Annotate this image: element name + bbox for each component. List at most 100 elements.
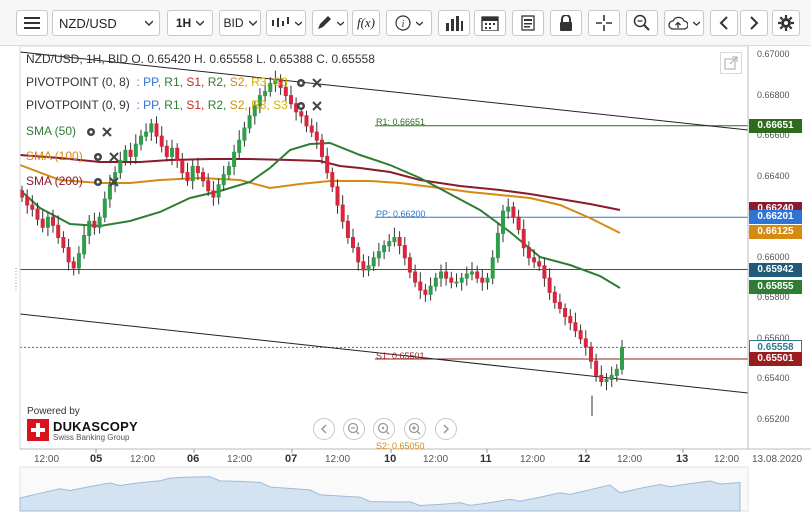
candle-down (594, 360, 599, 376)
chevron-left-icon (320, 424, 327, 434)
template-button[interactable] (512, 10, 544, 36)
candle-down (40, 218, 45, 228)
time-axis-label: 12:00 (34, 454, 60, 465)
drawing-tools-button[interactable] (312, 10, 348, 36)
candle-up (82, 235, 87, 255)
candle-up (614, 368, 619, 376)
menu-button[interactable] (16, 10, 48, 36)
candle-down (361, 261, 366, 271)
candle-up (464, 273, 469, 279)
pivot-2-controls[interactable] (295, 100, 325, 112)
candle-up (490, 257, 495, 279)
candle-down (92, 220, 97, 228)
lock-icon (560, 15, 572, 31)
info-icon: i (395, 15, 411, 31)
zoom-button[interactable] (626, 10, 658, 36)
gear-icon (297, 101, 306, 110)
candle-down (557, 301, 562, 309)
time-axis-day: 07 (285, 453, 298, 465)
candle-up (133, 143, 138, 157)
candle-up (216, 184, 221, 198)
close-icon (109, 152, 119, 162)
candle-down (61, 237, 66, 249)
candle-up (226, 166, 231, 176)
candle-down (309, 125, 314, 133)
candle-down (206, 180, 211, 192)
pivot-1-controls[interactable] (295, 77, 325, 89)
scroll-back-button[interactable] (710, 10, 738, 36)
candle-up (247, 115, 252, 129)
scroll-right-button[interactable] (435, 418, 457, 440)
calendar-icon (481, 16, 499, 31)
zoom-out-button[interactable] (343, 418, 365, 440)
chart-type-button[interactable] (266, 10, 306, 36)
candlestick-icon (272, 17, 289, 27)
zoom-in-button[interactable] (404, 418, 426, 440)
scroll-forward-button[interactable] (740, 10, 768, 36)
scroll-left-button[interactable] (313, 418, 335, 440)
candle-down (201, 172, 205, 182)
time-axis-label: 12:00 (714, 454, 740, 465)
candle-up (382, 245, 387, 253)
chevron-down-icon (295, 21, 302, 26)
candle-down (35, 208, 40, 220)
candle-up (221, 174, 226, 186)
time-axis-day: 12 (578, 453, 591, 465)
candle-down (521, 228, 526, 249)
candle-up (459, 277, 464, 283)
pivot-legend-2: PIVOTPOINT (0, 9) : PP, R1, S1, R2, S2, … (26, 98, 325, 112)
chevron-down-icon (196, 20, 205, 26)
s1-label: S1: 0.65501 (376, 351, 425, 361)
candle-down (66, 247, 71, 263)
sma50-name: SMA (50) (26, 124, 77, 138)
close-icon (102, 127, 113, 137)
candle-down (25, 196, 30, 206)
candle-up (609, 374, 614, 380)
calendar-button[interactable] (474, 10, 506, 36)
cloud-upload-icon (668, 16, 688, 30)
candle-up (620, 346, 624, 370)
brand-tagline: Swiss Banking Group (53, 433, 130, 442)
price-axis-label: 0.66800 (757, 89, 790, 100)
candle-down (351, 237, 355, 249)
sma200-controls[interactable] (90, 176, 124, 188)
candle-up (433, 277, 438, 287)
candle-down (511, 206, 516, 218)
candle-down (563, 308, 568, 318)
candle-down (304, 115, 309, 127)
time-axis-day: 10 (384, 453, 397, 465)
price-side-select[interactable]: BID (219, 10, 261, 36)
pivot-series-1: : PP, R1, S1, R2, S2, R3, S3 (133, 75, 288, 89)
info-button[interactable]: i (386, 10, 432, 36)
sma100-controls[interactable] (90, 151, 124, 163)
zoom-out-icon (347, 422, 360, 435)
candle-down (299, 111, 304, 117)
candle-down (532, 257, 537, 263)
gear-icon (778, 15, 794, 31)
expand-button[interactable] (720, 52, 742, 74)
price-tag: 0.66651 (749, 118, 802, 133)
lock-button[interactable] (550, 10, 582, 36)
candle-down (195, 166, 200, 174)
crosshair-button[interactable] (588, 10, 620, 36)
timeframe-select[interactable]: 1H (167, 10, 213, 36)
candle-up (97, 216, 102, 228)
symbol-select[interactable]: NZD/USD (52, 10, 160, 36)
candle-down (51, 216, 55, 226)
candlesticks (20, 70, 624, 416)
candle-down (589, 346, 593, 362)
candle-down (356, 247, 361, 263)
settings-button[interactable] (772, 10, 800, 36)
sma50-controls[interactable] (83, 126, 117, 138)
volume-button[interactable] (438, 10, 470, 36)
candle-down (20, 190, 24, 198)
reset-zoom-button[interactable] (373, 418, 395, 440)
close-icon (312, 101, 322, 111)
pivot-series-2: : PP, R1, S1, R2, S2, R3, S3 (133, 98, 288, 112)
gear-icon (87, 127, 96, 136)
candle-down (154, 123, 159, 137)
candle-down (423, 289, 428, 295)
candle-down (407, 257, 412, 273)
cloud-button[interactable] (664, 10, 704, 36)
indicators-button[interactable]: f(x) (352, 10, 380, 36)
